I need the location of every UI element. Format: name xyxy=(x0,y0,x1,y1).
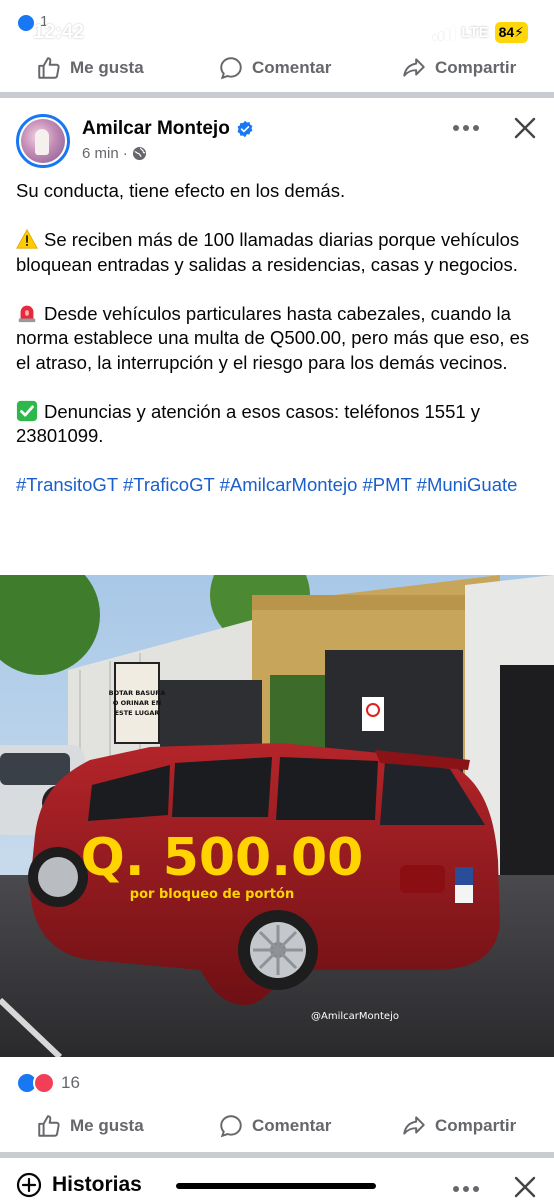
close-icon[interactable] xyxy=(514,1176,536,1198)
close-icon[interactable] xyxy=(514,117,536,139)
comment-button[interactable]: Comentar xyxy=(218,1113,331,1139)
post-text: Su conducta, tiene efecto en los demás. … xyxy=(16,179,541,522)
status-indicators: LTE 84⚡ xyxy=(433,22,528,43)
comment-label: Comentar xyxy=(252,58,332,77)
share-icon xyxy=(403,1116,425,1135)
status-time: 12:42 xyxy=(33,21,85,43)
reaction-count: 16 xyxy=(61,1073,80,1092)
home-indicator[interactable] xyxy=(176,1183,376,1189)
hashtag-link[interactable]: #AmilcarMontejo xyxy=(220,474,358,495)
share-button[interactable]: Compartir xyxy=(401,1113,516,1139)
post-meta: 6 min · xyxy=(82,145,147,162)
paragraph-text: Se reciben más de 100 llamadas diarias p… xyxy=(16,229,520,275)
post-image[interactable]: BOTAR BASURA O ORINAR EN ESTE LUGAR Q. 5… xyxy=(0,575,554,1057)
stories-separator xyxy=(0,1152,554,1158)
image-amount: Q. 500.00 xyxy=(81,828,364,888)
comment-label: Comentar xyxy=(252,1116,332,1135)
more-icon[interactable] xyxy=(452,124,480,132)
like-button[interactable]: Me gusta xyxy=(36,1113,144,1139)
signal-icon xyxy=(433,25,456,40)
more-icon[interactable] xyxy=(452,1185,480,1193)
share-button[interactable]: Compartir xyxy=(401,55,516,81)
hashtag-link[interactable]: #TraficoGT xyxy=(123,474,215,495)
like-icon xyxy=(38,1115,60,1137)
like-icon xyxy=(38,57,60,79)
post-paragraph: Se reciben más de 100 llamadas diarias p… xyxy=(16,228,541,277)
top-area: 1 12:42 LTE 84⚡ Me gusta Comentar Compar… xyxy=(0,0,554,92)
love-reaction-icon xyxy=(33,1072,55,1094)
prev-post-action-bar: Me gusta Comentar Compartir xyxy=(0,46,554,90)
meta-dot: · xyxy=(122,145,128,162)
comment-button[interactable]: Comentar xyxy=(218,55,331,81)
post-time[interactable]: 6 min xyxy=(82,145,119,162)
post-image-illustration: BOTAR BASURA O ORINAR EN ESTE LUGAR Q. 5… xyxy=(0,575,554,1057)
stories-title: Historias xyxy=(52,1173,142,1196)
post-author[interactable]: Amilcar Montejo xyxy=(82,118,254,140)
reactions-summary[interactable]: 16 xyxy=(16,1072,80,1094)
author-name: Amilcar Montejo xyxy=(82,118,230,139)
avatar-image xyxy=(21,119,65,163)
wall-sign-text: BOTAR BASURA O ORINAR EN ESTE LUGAR xyxy=(109,689,166,717)
like-label: Me gusta xyxy=(70,1116,144,1135)
avatar[interactable] xyxy=(16,114,70,168)
battery-level: 84 xyxy=(498,24,515,40)
status-bar: 1 12:42 LTE 84⚡ xyxy=(0,0,554,46)
share-label: Compartir xyxy=(435,1116,517,1135)
post-paragraph: Su conducta, tiene efecto en los demás. xyxy=(16,180,346,201)
share-label: Compartir xyxy=(435,58,517,77)
post-action-bar: Me gusta Comentar Compartir xyxy=(0,1104,554,1148)
paragraph-text: Denuncias y atención a esos casos: teléf… xyxy=(16,400,481,447)
stories-header[interactable]: Historias xyxy=(16,1172,142,1198)
image-credit: @AmilcarMontejo xyxy=(311,1011,399,1022)
verified-icon xyxy=(237,120,253,138)
paragraph-text: Desde vehículos particulares hasta cabez… xyxy=(16,302,530,373)
plus-circle-icon xyxy=(16,1172,42,1198)
comment-icon xyxy=(220,57,242,80)
post-paragraph: Desde vehículos particulares hasta cabez… xyxy=(16,302,541,376)
hashtag-link[interactable]: #TransitoGT xyxy=(16,474,118,495)
hashtag-link[interactable]: #MuniGuate xyxy=(417,474,518,495)
like-label: Me gusta xyxy=(70,58,144,77)
comment-icon xyxy=(220,1115,242,1138)
check-icon xyxy=(16,400,38,421)
hashtags: #TransitoGT #TraficoGT #AmilcarMontejo #… xyxy=(16,473,541,498)
globe-icon xyxy=(132,146,146,161)
battery-indicator: 84⚡ xyxy=(494,22,528,43)
network-label: LTE xyxy=(461,24,489,41)
siren-icon xyxy=(18,305,36,322)
image-caption: por bloqueo de portón xyxy=(130,887,294,902)
post-paragraph: Denuncias y atención a esos casos: teléf… xyxy=(16,400,541,449)
warning-icon xyxy=(16,228,38,249)
like-button[interactable]: Me gusta xyxy=(36,55,144,81)
hashtag-link[interactable]: #PMT xyxy=(363,474,412,495)
post-separator xyxy=(0,92,554,98)
share-icon xyxy=(403,58,425,77)
